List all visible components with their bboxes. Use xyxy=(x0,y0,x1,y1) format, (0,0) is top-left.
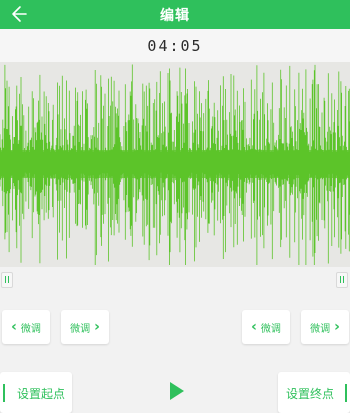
set-start-label: 设置起点 xyxy=(17,387,66,401)
start-adjust-right-button[interactable]: 微调 › xyxy=(61,310,109,344)
time-bar: 04:05 xyxy=(0,29,350,62)
adjust-label: 微调 xyxy=(20,323,41,335)
start-bracket-icon xyxy=(3,384,5,402)
end-adjust-left-button[interactable]: ‹ 微调 xyxy=(242,310,290,344)
play-icon xyxy=(170,382,184,400)
waveform-area[interactable] xyxy=(0,62,350,267)
adjust-label: 微调 xyxy=(70,323,91,335)
chevron-right-icon: › xyxy=(94,319,100,335)
set-start-button[interactable]: 设置起点 xyxy=(0,372,72,413)
adjust-label: 微调 xyxy=(260,323,281,335)
chevron-left-icon: ‹ xyxy=(11,319,17,335)
time-display: 04:05 xyxy=(147,37,203,55)
end-adjust-right-button[interactable]: 微调 › xyxy=(301,310,349,344)
chevron-right-icon: › xyxy=(334,319,340,335)
start-marker-handle[interactable] xyxy=(1,272,13,288)
chevron-left-icon: ‹ xyxy=(251,319,257,335)
app-header: 编辑 xyxy=(0,0,350,29)
waveform-core xyxy=(0,150,350,178)
set-end-label: 设置终点 xyxy=(286,387,335,401)
play-button[interactable] xyxy=(156,372,196,413)
waveform[interactable] xyxy=(0,62,350,267)
end-bracket-icon xyxy=(345,384,347,402)
start-adjust-left-button[interactable]: ‹ 微调 xyxy=(2,310,50,344)
page-title: 编辑 xyxy=(160,8,190,24)
adjust-label: 微调 xyxy=(310,323,331,335)
set-end-button[interactable]: 设置终点 xyxy=(278,372,350,413)
end-marker-handle[interactable] xyxy=(336,272,348,288)
